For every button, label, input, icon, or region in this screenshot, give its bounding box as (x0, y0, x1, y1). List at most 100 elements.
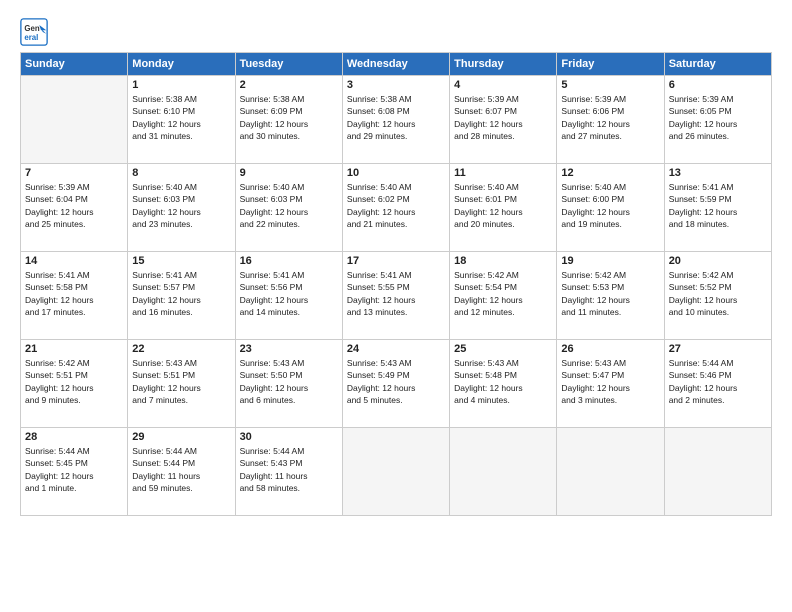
calendar-cell (664, 428, 771, 516)
calendar-cell: 17 Sunrise: 5:41 AMSunset: 5:55 PMDayligh… (342, 252, 449, 340)
day-number: 16 (240, 255, 338, 267)
day-number: 24 (347, 343, 445, 355)
header-thursday: Thursday (450, 53, 557, 76)
day-info: Sunrise: 5:41 AMSunset: 5:56 PMDaylight:… (240, 269, 338, 318)
day-info: Sunrise: 5:41 AMSunset: 5:57 PMDaylight:… (132, 269, 230, 318)
calendar-cell: 2 Sunrise: 5:38 AMSunset: 6:09 PMDaylight… (235, 76, 342, 164)
day-number: 14 (25, 255, 123, 267)
calendar-header: SundayMondayTuesdayWednesdayThursdayFrid… (21, 53, 772, 76)
calendar-cell: 27Sunrise: 5:44 AMSunset: 5:46 PMDayligh… (664, 340, 771, 428)
day-number: 3 (347, 79, 445, 91)
day-info: Sunrise: 5:43 AMSunset: 5:47 PMDaylight:… (561, 357, 659, 406)
day-info: Sunrise: 5:42 AMSunset: 5:53 PMDaylight:… (561, 269, 659, 318)
calendar-cell: 25Sunrise: 5:43 AMSunset: 5:48 PMDayligh… (450, 340, 557, 428)
day-number: 4 (454, 79, 552, 91)
day-info: Sunrise: 5:41 AMSunset: 5:59 PMDaylight:… (669, 181, 767, 230)
calendar-week-2: 7 Sunrise: 5:39 AMSunset: 6:04 PMDaylight… (21, 164, 772, 252)
calendar-body: 1 Sunrise: 5:38 AMSunset: 6:10 PMDaylight… (21, 76, 772, 516)
header-saturday: Saturday (664, 53, 771, 76)
calendar-cell (342, 428, 449, 516)
day-info: Sunrise: 5:44 AMSunset: 5:43 PMDaylight:… (240, 445, 338, 494)
calendar-cell (557, 428, 664, 516)
day-number: 2 (240, 79, 338, 91)
day-info: Sunrise: 5:43 AMSunset: 5:51 PMDaylight:… (132, 357, 230, 406)
day-number: 7 (25, 167, 123, 179)
calendar-cell: 5Sunrise: 5:39 AMSunset: 6:06 PMDaylight… (557, 76, 664, 164)
calendar-cell: 21Sunrise: 5:42 AMSunset: 5:51 PMDayligh… (21, 340, 128, 428)
header-sunday: Sunday (21, 53, 128, 76)
calendar-cell: 23 Sunrise: 5:43 AMSunset: 5:50 PMDayligh… (235, 340, 342, 428)
day-number: 11 (454, 167, 552, 179)
calendar-cell: 3Sunrise: 5:38 AMSunset: 6:08 PMDaylight… (342, 76, 449, 164)
calendar-week-1: 1 Sunrise: 5:38 AMSunset: 6:10 PMDaylight… (21, 76, 772, 164)
day-number: 17 (347, 255, 445, 267)
calendar-cell: 16 Sunrise: 5:41 AMSunset: 5:56 PMDayligh… (235, 252, 342, 340)
calendar-week-3: 14 Sunrise: 5:41 AMSunset: 5:58 PMDayligh… (21, 252, 772, 340)
calendar-week-4: 21Sunrise: 5:42 AMSunset: 5:51 PMDayligh… (21, 340, 772, 428)
day-number: 28 (25, 431, 123, 443)
calendar-cell: 18 Sunrise: 5:42 AMSunset: 5:54 PMDayligh… (450, 252, 557, 340)
day-number: 26 (561, 343, 659, 355)
calendar-cell: 4 Sunrise: 5:39 AMSunset: 6:07 PMDaylight… (450, 76, 557, 164)
header-tuesday: Tuesday (235, 53, 342, 76)
calendar-cell: 1 Sunrise: 5:38 AMSunset: 6:10 PMDaylight… (128, 76, 235, 164)
day-info: Sunrise: 5:40 AMSunset: 6:00 PMDaylight:… (561, 181, 659, 230)
day-info: Sunrise: 5:39 AMSunset: 6:05 PMDaylight:… (669, 93, 767, 142)
calendar-cell: 20 Sunrise: 5:42 AMSunset: 5:52 PMDayligh… (664, 252, 771, 340)
day-number: 12 (561, 167, 659, 179)
day-info: Sunrise: 5:40 AMSunset: 6:03 PMDaylight:… (240, 181, 338, 230)
calendar-cell: 30 Sunrise: 5:44 AMSunset: 5:43 PMDayligh… (235, 428, 342, 516)
header-monday: Monday (128, 53, 235, 76)
header-friday: Friday (557, 53, 664, 76)
day-info: Sunrise: 5:40 AMSunset: 6:03 PMDaylight:… (132, 181, 230, 230)
day-info: Sunrise: 5:43 AMSunset: 5:49 PMDaylight:… (347, 357, 445, 406)
day-info: Sunrise: 5:41 AMSunset: 5:58 PMDaylight:… (25, 269, 123, 318)
day-info: Sunrise: 5:44 AMSunset: 5:44 PMDaylight:… (132, 445, 230, 494)
calendar-cell: 28Sunrise: 5:44 AMSunset: 5:45 PMDayligh… (21, 428, 128, 516)
day-info: Sunrise: 5:39 AMSunset: 6:04 PMDaylight:… (25, 181, 123, 230)
svg-text:Gen: Gen (24, 24, 39, 33)
calendar-cell: 13 Sunrise: 5:41 AMSunset: 5:59 PMDayligh… (664, 164, 771, 252)
day-info: Sunrise: 5:38 AMSunset: 6:09 PMDaylight:… (240, 93, 338, 142)
day-info: Sunrise: 5:42 AMSunset: 5:54 PMDaylight:… (454, 269, 552, 318)
calendar-cell: 24 Sunrise: 5:43 AMSunset: 5:49 PMDayligh… (342, 340, 449, 428)
day-info: Sunrise: 5:44 AMSunset: 5:46 PMDaylight:… (669, 357, 767, 406)
day-number: 20 (669, 255, 767, 267)
day-number: 23 (240, 343, 338, 355)
calendar-week-5: 28Sunrise: 5:44 AMSunset: 5:45 PMDayligh… (21, 428, 772, 516)
day-number: 8 (132, 167, 230, 179)
day-info: Sunrise: 5:40 AMSunset: 6:01 PMDaylight:… (454, 181, 552, 230)
calendar-cell (21, 76, 128, 164)
calendar-cell: 29Sunrise: 5:44 AMSunset: 5:44 PMDayligh… (128, 428, 235, 516)
calendar-cell: 10 Sunrise: 5:40 AMSunset: 6:02 PMDayligh… (342, 164, 449, 252)
day-info: Sunrise: 5:41 AMSunset: 5:55 PMDaylight:… (347, 269, 445, 318)
calendar-cell: 11 Sunrise: 5:40 AMSunset: 6:01 PMDayligh… (450, 164, 557, 252)
day-number: 21 (25, 343, 123, 355)
calendar-cell: 22Sunrise: 5:43 AMSunset: 5:51 PMDayligh… (128, 340, 235, 428)
day-number: 13 (669, 167, 767, 179)
day-info: Sunrise: 5:43 AMSunset: 5:50 PMDaylight:… (240, 357, 338, 406)
day-number: 19 (561, 255, 659, 267)
calendar-cell: 14 Sunrise: 5:41 AMSunset: 5:58 PMDayligh… (21, 252, 128, 340)
day-number: 1 (132, 79, 230, 91)
header-wednesday: Wednesday (342, 53, 449, 76)
day-info: Sunrise: 5:40 AMSunset: 6:02 PMDaylight:… (347, 181, 445, 230)
calendar-cell: 12 Sunrise: 5:40 AMSunset: 6:00 PMDayligh… (557, 164, 664, 252)
calendar-cell: 26 Sunrise: 5:43 AMSunset: 5:47 PMDayligh… (557, 340, 664, 428)
svg-text:eral: eral (24, 33, 38, 42)
calendar-cell: 6Sunrise: 5:39 AMSunset: 6:05 PMDaylight… (664, 76, 771, 164)
day-number: 18 (454, 255, 552, 267)
day-info: Sunrise: 5:39 AMSunset: 6:07 PMDaylight:… (454, 93, 552, 142)
day-number: 25 (454, 343, 552, 355)
calendar-cell: 7 Sunrise: 5:39 AMSunset: 6:04 PMDaylight… (21, 164, 128, 252)
day-number: 9 (240, 167, 338, 179)
day-number: 10 (347, 167, 445, 179)
day-info: Sunrise: 5:42 AMSunset: 5:52 PMDaylight:… (669, 269, 767, 318)
calendar-cell: 19 Sunrise: 5:42 AMSunset: 5:53 PMDayligh… (557, 252, 664, 340)
day-info: Sunrise: 5:39 AMSunset: 6:06 PMDaylight:… (561, 93, 659, 142)
day-info: Sunrise: 5:38 AMSunset: 6:10 PMDaylight:… (132, 93, 230, 142)
calendar-cell (450, 428, 557, 516)
calendar-cell: 15 Sunrise: 5:41 AMSunset: 5:57 PMDayligh… (128, 252, 235, 340)
day-number: 30 (240, 431, 338, 443)
day-number: 15 (132, 255, 230, 267)
